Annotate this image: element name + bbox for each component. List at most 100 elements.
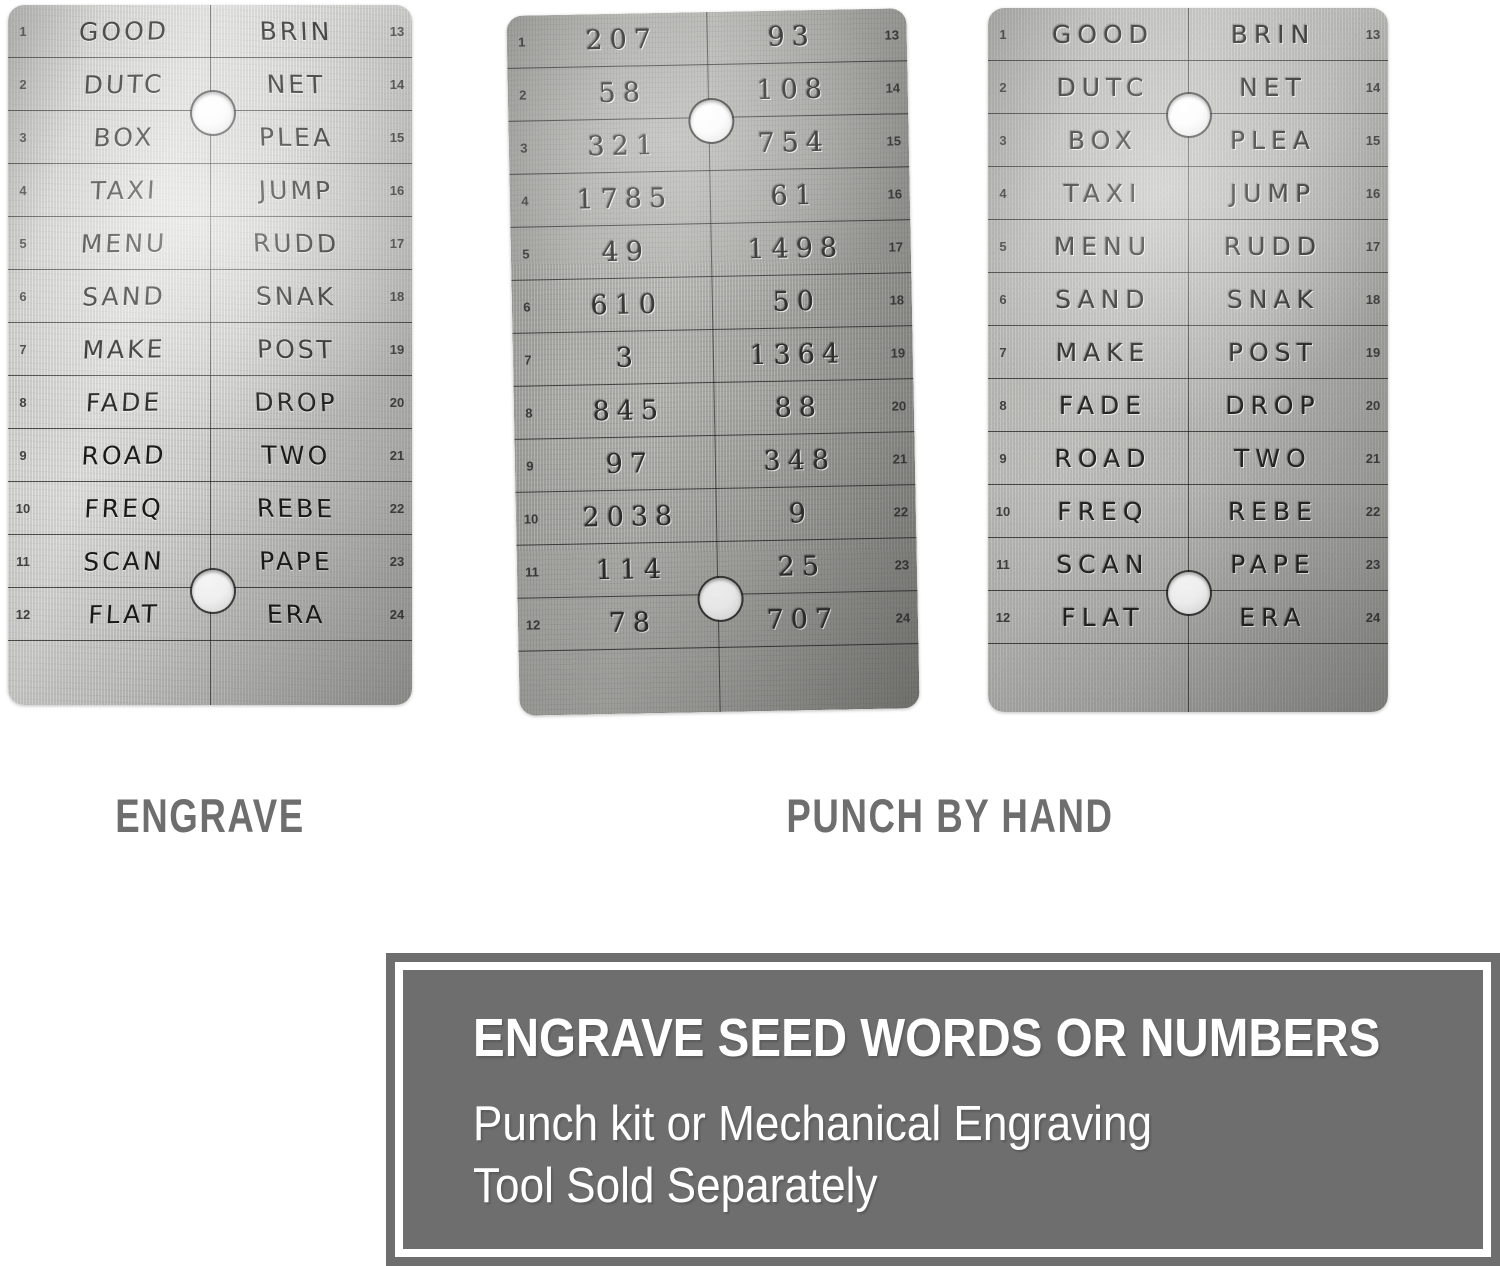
cell-right: ERA — [266, 599, 326, 629]
table-row: 4 1785 61 16 — [509, 167, 911, 228]
caption-punch-by-hand: PUNCH BY HAND — [786, 789, 1114, 842]
cell-left: DUTC — [1056, 72, 1150, 102]
row-index-right: 21 — [1365, 450, 1381, 466]
cell-right: POST — [1228, 337, 1318, 367]
table-row: 4 TAXI JUMP 16 — [8, 164, 412, 217]
cell-right: BRIN — [259, 16, 333, 46]
cell-left: 321 — [587, 129, 661, 162]
table-row: 9 97 348 21 — [514, 432, 916, 493]
row-index-left: 2 — [519, 87, 527, 103]
cell-left: FLAT — [87, 599, 161, 629]
cell-left: 78 — [608, 606, 658, 639]
row-index-right: 22 — [893, 503, 909, 520]
table-row: 7 3 1364 19 — [512, 326, 914, 387]
row-index-left: 7 — [999, 344, 1007, 360]
cell-left: GOOD — [1052, 19, 1154, 49]
table-row: 1 GOOD BRIN 13 — [8, 5, 412, 58]
cell-left: 1785 — [576, 182, 674, 216]
table-row: 4 TAXI JUMP 16 — [988, 167, 1388, 220]
cell-right: PAPE — [1230, 549, 1316, 579]
row-index-left: 9 — [19, 447, 27, 463]
cell-right: 1498 — [747, 231, 845, 265]
table-row: 10 FREQ REBE 22 — [8, 482, 412, 535]
row-index-right: 13 — [1365, 26, 1381, 42]
table-row: 5 49 1498 17 — [510, 220, 912, 281]
cell-left: TAXI — [1063, 178, 1143, 208]
cell-left: GOOD — [78, 15, 170, 47]
cell-right: 707 — [766, 603, 840, 636]
table-row: 7 MAKE POST 19 — [988, 326, 1388, 379]
mounting-hole-top — [1168, 94, 1210, 136]
table-row: 5 MENU RUDD 17 — [988, 220, 1388, 273]
row-index-right: 24 — [895, 609, 911, 626]
row-index-left: 9 — [999, 450, 1007, 466]
row-index-right: 17 — [888, 238, 904, 255]
row-index-left: 6 — [999, 291, 1007, 307]
cell-right: 1364 — [749, 337, 847, 371]
cell-left: BOX — [92, 122, 156, 152]
cell-right: REBE — [1227, 496, 1319, 526]
cell-left: SAND — [1055, 284, 1151, 314]
cell-left: 58 — [598, 76, 648, 109]
row-index-left: 12 — [525, 616, 541, 633]
row-index-right: 19 — [890, 344, 906, 361]
row-index-left: 2 — [19, 76, 27, 92]
row-index-left: 1 — [518, 34, 526, 50]
row-index-left: 8 — [999, 397, 1007, 413]
cell-right: 754 — [757, 126, 831, 159]
row-index-right: 13 — [884, 26, 900, 43]
table-row: 6 SAND SNAK 18 — [8, 270, 412, 323]
row-index-left: 3 — [520, 140, 528, 156]
cell-right: PAPE — [258, 546, 334, 576]
row-index-left: 8 — [19, 394, 27, 410]
row-index-left: 10 — [523, 510, 539, 527]
row-index-left: 3 — [19, 129, 27, 145]
row-index-right: 15 — [886, 132, 902, 149]
cell-right: TWO — [261, 440, 331, 470]
cell-left: 610 — [590, 288, 664, 321]
table-row: 6 SAND SNAK 18 — [988, 273, 1388, 326]
row-index-right: 22 — [389, 500, 405, 516]
banner-line-3: Tool Sold Separately — [473, 1159, 878, 1214]
row-index-right: 20 — [891, 397, 907, 414]
cell-left: 845 — [592, 394, 666, 427]
cell-right: NET — [265, 69, 327, 99]
banner-inner-panel: ENGRAVE SEED WORDS OR NUMBERS Punch kit … — [403, 970, 1483, 1249]
cell-left: 97 — [605, 447, 655, 480]
row-index-left: 5 — [522, 246, 530, 262]
row-index-right: 24 — [1365, 609, 1381, 625]
cell-left: MENU — [79, 227, 169, 259]
cell-left: FADE — [85, 386, 163, 418]
banner-line-2: Punch kit or Mechanical Engraving — [473, 1096, 1153, 1151]
cell-left: SCAN — [82, 545, 166, 577]
cell-right: BRIN — [1230, 19, 1316, 49]
cell-left: FREQ — [83, 492, 165, 524]
cell-right: 88 — [774, 391, 824, 424]
cell-right: 50 — [772, 285, 822, 318]
row-index-left: 12 — [995, 609, 1011, 625]
row-index-left: 2 — [999, 79, 1007, 95]
row-index-left: 11 — [524, 563, 540, 580]
row-index-left: 4 — [19, 182, 27, 198]
cell-right: JUMP — [258, 175, 334, 205]
row-index-right: 23 — [1365, 556, 1381, 572]
cell-right: SNAK — [255, 281, 337, 311]
row-index-right: 17 — [1365, 238, 1381, 254]
row-index-right: 22 — [1365, 503, 1381, 519]
cell-right: 348 — [763, 444, 837, 477]
cell-right: SNAK — [1226, 284, 1320, 314]
table-row: 8 845 88 20 — [513, 379, 915, 440]
cell-right: JUMP — [1229, 178, 1317, 208]
cell-left: FLAT — [1061, 602, 1145, 632]
cell-left: DUTC — [82, 68, 166, 100]
row-index-right: 23 — [389, 553, 405, 569]
cell-left: 207 — [585, 23, 659, 56]
row-index-left: 7 — [524, 351, 532, 368]
row-index-right: 18 — [389, 288, 405, 304]
row-index-right: 20 — [389, 394, 405, 410]
row-index-right: 18 — [1365, 291, 1381, 307]
row-index-left: 3 — [999, 132, 1007, 148]
row-index-right: 13 — [389, 23, 405, 39]
row-index-left: 1 — [999, 26, 1007, 42]
mounting-hole-bottom — [192, 570, 234, 612]
